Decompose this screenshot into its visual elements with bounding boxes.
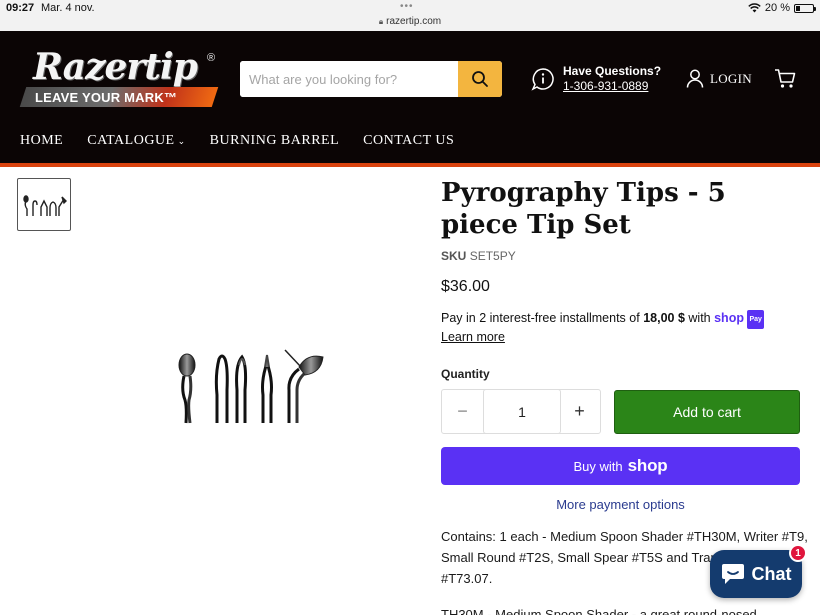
pyrography-tips-thumbnail-image <box>23 195 67 216</box>
chat-button[interactable]: Chat <box>710 550 802 598</box>
logo-registered-mark: ® <box>207 52 216 64</box>
info-chat-icon <box>531 68 554 91</box>
address-bar[interactable]: 🔒︎ razertip.com <box>0 16 820 27</box>
quantity-label: Quantity <box>441 367 490 381</box>
battery-icon <box>794 3 816 13</box>
login-link[interactable]: LOGIN <box>686 69 752 88</box>
shop-pay-logo: shop Pay <box>714 310 764 329</box>
nav-catalogue[interactable]: CATALOGUE ⌄ <box>87 133 185 149</box>
logo-wordmark: Razertip <box>33 46 198 88</box>
product-price: $36.00 <box>441 278 490 295</box>
learn-more-link[interactable]: Learn more <box>441 330 505 344</box>
product-sku: SKU SET5PY <box>441 249 516 263</box>
shop-pay-word: shop <box>714 311 744 325</box>
status-time: 09:27 <box>6 2 35 14</box>
shop-pay-badge: Pay <box>747 310 764 329</box>
product-description-continued: TH30M - Medium Spoon Shader - a great ro… <box>441 607 757 615</box>
address-url: razertip.com <box>386 16 442 27</box>
product-main-image[interactable] <box>175 345 330 430</box>
nav-catalogue-label: CATALOGUE <box>87 133 175 148</box>
device-status-bar: 09:27 Mar. 4 nov. ••• 🔒︎ razertip.com 20 … <box>0 0 820 31</box>
cart-button[interactable] <box>774 68 796 94</box>
help-phone-link[interactable]: 1-306-931-0889 <box>563 79 648 93</box>
nav-burning-barrel[interactable]: BURNING BARREL <box>210 133 340 149</box>
logo-tagline: LEAVE YOUR MARK™ <box>35 90 178 105</box>
more-payment-options-link[interactable]: More payment options <box>441 497 800 512</box>
search-input[interactable] <box>240 61 458 97</box>
status-indicators: 20 % <box>748 2 816 14</box>
quantity-increase-button[interactable]: + <box>559 390 600 433</box>
add-to-cart-button[interactable]: Add to cart <box>614 390 800 434</box>
multitasking-dots-icon[interactable]: ••• <box>400 1 414 12</box>
product-thumbnail[interactable] <box>17 178 71 231</box>
razertip-logo[interactable]: Razertip ® LEAVE YOUR MARK™ <box>19 46 219 108</box>
cart-icon <box>775 69 796 88</box>
battery-fill <box>796 5 800 11</box>
search-icon <box>472 71 488 87</box>
quantity-decrease-button[interactable]: − <box>442 390 483 433</box>
chat-label: Chat <box>751 563 792 584</box>
help-contact: Have Questions? 1-306-931-0889 <box>531 64 661 96</box>
sku-label: SKU <box>441 249 467 263</box>
search-button[interactable] <box>458 61 502 97</box>
help-title: Have Questions? <box>563 64 662 78</box>
installments-text: Pay in 2 interest-free installments of <box>441 311 640 325</box>
header-divider <box>0 163 820 167</box>
product-title: Pyrography Tips - 5 piece Tip Set <box>441 178 726 240</box>
installments-with: with <box>688 311 711 325</box>
chat-notification-badge: 1 <box>789 544 807 562</box>
shop-logo: shop <box>627 456 668 475</box>
chat-bubble-icon <box>721 564 744 584</box>
nav-home[interactable]: HOME <box>20 133 63 149</box>
buy-with-label: Buy with <box>573 458 623 474</box>
quantity-input[interactable] <box>483 389 561 434</box>
quantity-stepper: − + <box>441 389 601 434</box>
pyrography-tips-image <box>178 349 324 424</box>
sku-value: SET5PY <box>469 249 516 263</box>
buy-with-shop-button[interactable]: Buy with shop <box>441 447 800 485</box>
nav-contact-us[interactable]: CONTACT US <box>363 133 454 149</box>
status-date: Mar. 4 nov. <box>41 2 95 14</box>
wifi-icon <box>748 3 761 13</box>
installments-banner: Pay in 2 interest-free installments of 1… <box>441 310 801 346</box>
lock-icon: 🔒︎ <box>378 17 384 26</box>
installments-amount: 18,00 $ <box>643 311 685 325</box>
search-bar <box>240 61 502 97</box>
login-label: LOGIN <box>710 70 752 86</box>
user-icon <box>686 69 704 88</box>
chevron-down-icon: ⌄ <box>177 136 186 146</box>
battery-percent: 20 % <box>764 2 790 14</box>
main-nav: HOME CATALOGUE ⌄ BURNING BARREL CONTACT U… <box>20 133 478 149</box>
